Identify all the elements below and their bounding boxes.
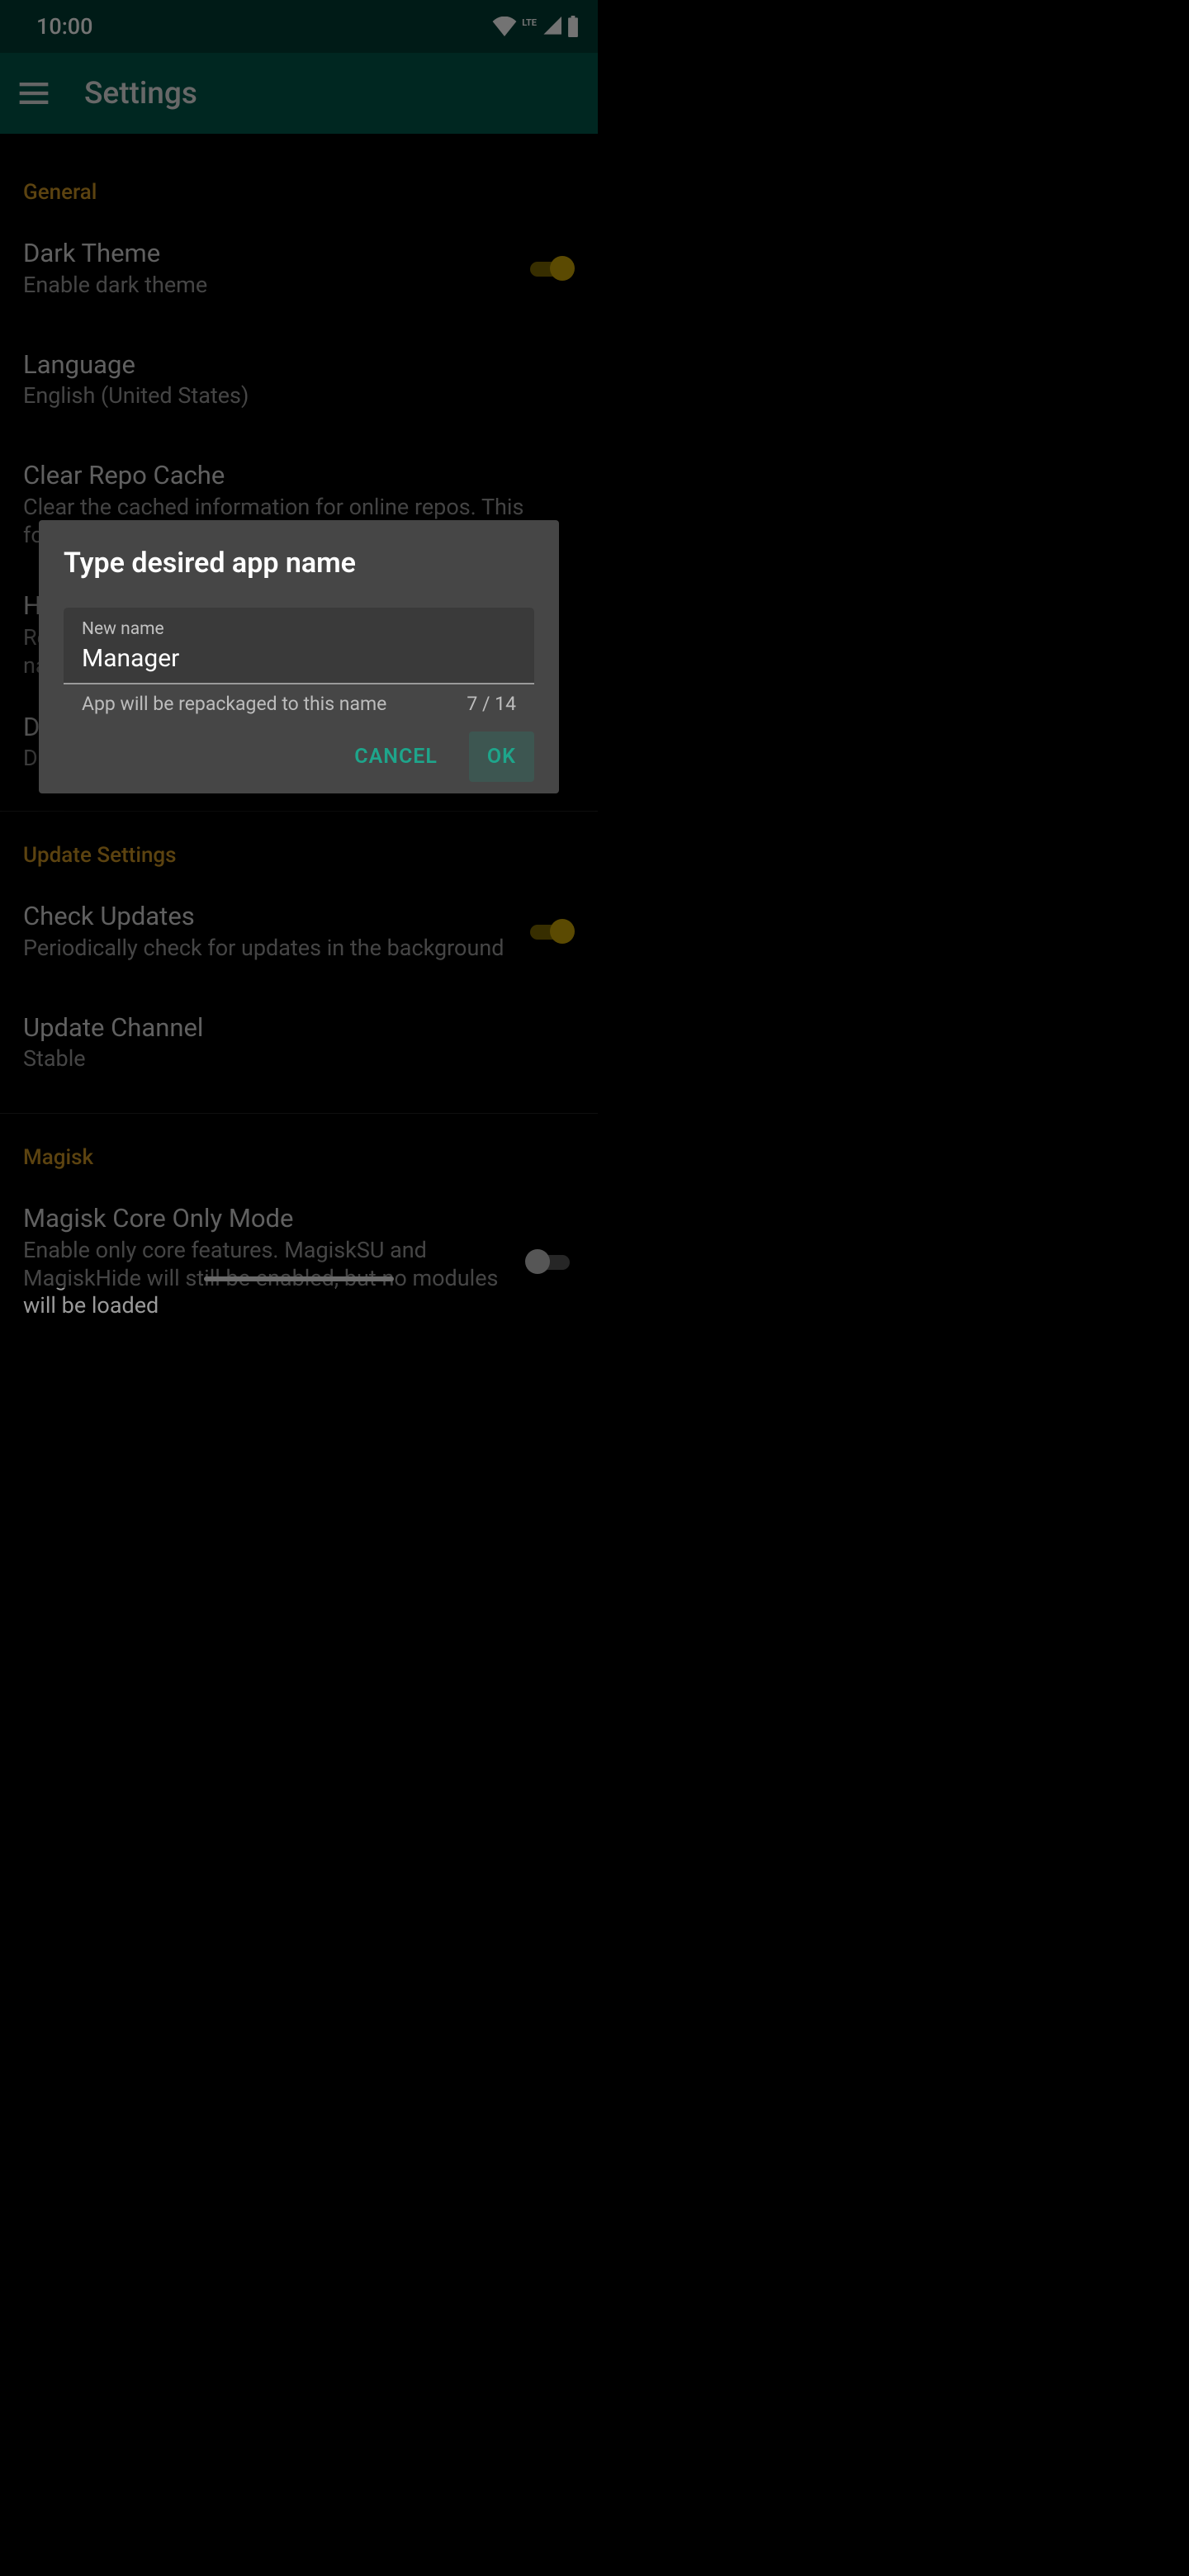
ok-button[interactable]: OK xyxy=(469,732,534,782)
rename-dialog: Type desired app name New name App will … xyxy=(39,520,559,793)
new-name-field[interactable]: New name xyxy=(64,608,534,683)
dialog-title: Type desired app name xyxy=(64,547,534,580)
nav-indicator xyxy=(204,1276,394,1281)
field-helper-text: App will be repackaged to this name xyxy=(82,693,386,715)
field-helper-row: App will be repackaged to this name 7 / … xyxy=(64,684,534,715)
dialog-actions: CANCEL OK xyxy=(64,732,534,782)
field-char-counter: 7 / 14 xyxy=(467,693,516,715)
new-name-input[interactable] xyxy=(82,644,516,673)
cancel-button[interactable]: CANCEL xyxy=(336,732,456,782)
field-label: New name xyxy=(82,619,516,639)
